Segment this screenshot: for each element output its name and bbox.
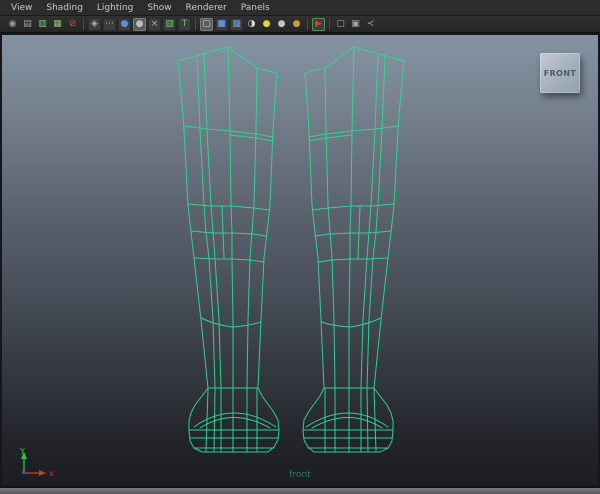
wireframe-mode-icon[interactable]: ▢ (200, 17, 213, 31)
view-plate: FRONT (540, 53, 580, 93)
toolbar-separator (329, 18, 330, 30)
viewport-canvas[interactable]: FRONT Y x front (0, 33, 600, 487)
menu-item-renderer[interactable]: Renderer (179, 3, 234, 13)
panel-toolbar: ◉ ▤ ▥ ▦ ⊘ ◈ ⋯ ● ● × ▧ T ▢ ■ ▩ ◑ ● ● ● ▶ ▢ ▣ ≺ (0, 16, 600, 33)
resolution-gate-icon[interactable]: ● (118, 17, 131, 31)
pan-zoom-icon[interactable]: ⊘ (66, 18, 79, 31)
panel-menu-bar: View Shading Lighting Show Renderer Pane… (0, 0, 600, 16)
default-material-icon[interactable]: ◑ (245, 18, 258, 31)
legs-wireframe (177, 46, 405, 453)
camera-name-label: front (289, 470, 311, 480)
xray-icon[interactable]: ▢ (334, 18, 347, 31)
smooth-shade-mode-icon[interactable]: ■ (215, 17, 228, 31)
textured-mode-icon[interactable]: ▩ (230, 17, 243, 31)
menu-item-shading[interactable]: Shading (39, 3, 90, 13)
all-lights-icon[interactable]: ● (260, 18, 273, 31)
toolbar-separator (195, 18, 196, 30)
plugin-shapes-icon[interactable]: ≺ (364, 18, 377, 31)
bookmarks-icon[interactable]: ▥ (36, 18, 49, 31)
camera-attributes-icon[interactable]: ▤ (21, 18, 34, 31)
menu-item-show[interactable]: Show (140, 3, 178, 13)
window-bottom-edge (0, 487, 600, 494)
menu-item-panels[interactable]: Panels (234, 3, 277, 13)
toolbar-separator (307, 18, 308, 30)
image-plane-icon[interactable]: ▦ (51, 18, 64, 31)
toolbar-separator (83, 18, 84, 30)
field-chart-icon[interactable]: × (148, 17, 161, 31)
menu-item-lighting[interactable]: Lighting (90, 3, 140, 13)
film-gate-icon[interactable]: ⋯ (103, 17, 116, 31)
default-light-icon[interactable]: ● (275, 18, 288, 31)
axis-y-label: Y (19, 447, 25, 456)
safe-action-icon[interactable]: ▧ (163, 17, 176, 31)
safe-title-icon[interactable]: T (178, 17, 191, 31)
xray-active-icon[interactable]: ▣ (349, 18, 362, 31)
perspective-layout-icon[interactable]: ◈ (88, 17, 101, 31)
ambient-light-icon[interactable]: ● (290, 18, 303, 31)
select-camera-icon[interactable]: ◉ (6, 18, 19, 31)
viewport-border (0, 33, 600, 487)
menu-item-view[interactable]: View (4, 3, 39, 13)
isolate-select-icon[interactable]: ▶ (312, 17, 325, 31)
gate-mask-icon[interactable]: ● (133, 17, 146, 31)
